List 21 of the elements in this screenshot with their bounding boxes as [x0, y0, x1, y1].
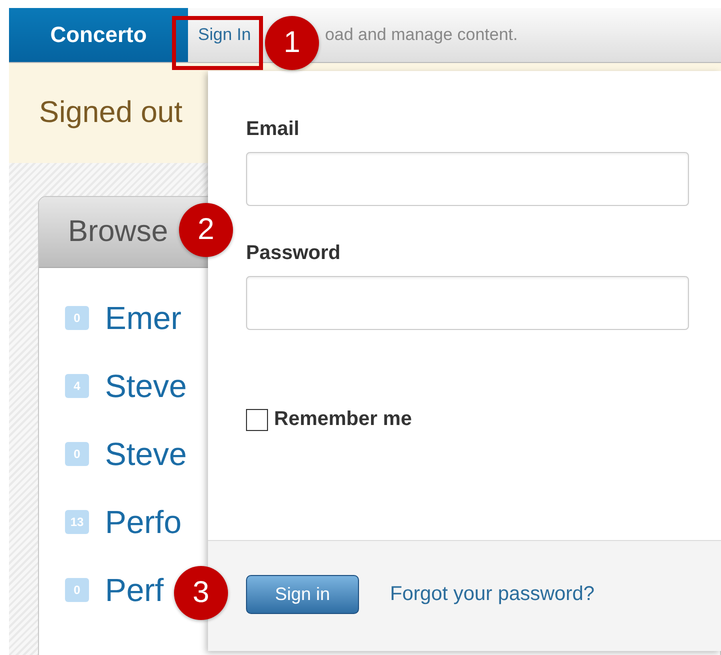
count-badge: 0 [65, 306, 89, 330]
feed-link[interactable]: Steve [105, 436, 187, 472]
feed-link[interactable]: Emer [105, 300, 182, 336]
checkbox-label: Remember me [274, 408, 412, 431]
sign-in-link[interactable]: Sign In [190, 25, 259, 45]
tagline: oad and manage content. [324, 25, 518, 45]
count-badge: 13 [65, 510, 89, 534]
feed-link[interactable]: Perf [105, 572, 164, 608]
feed-link[interactable]: Perfo [105, 504, 182, 540]
field-label: Password [246, 242, 342, 265]
sign-in-button[interactable]: Sign in [246, 574, 359, 614]
count-badge: 0 [65, 442, 89, 466]
count-badge: 0 [65, 578, 89, 602]
input-field[interactable] [246, 276, 689, 330]
input-field[interactable] [246, 152, 689, 206]
field-label: Email [246, 118, 300, 141]
forgot-password-link[interactable]: Forgot your password? [390, 582, 595, 606]
app-logo[interactable]: Concerto [9, 8, 188, 62]
remember-checkbox[interactable] [246, 408, 268, 430]
count-badge: 4 [65, 374, 89, 398]
feed-link[interactable]: Steve [105, 368, 187, 404]
